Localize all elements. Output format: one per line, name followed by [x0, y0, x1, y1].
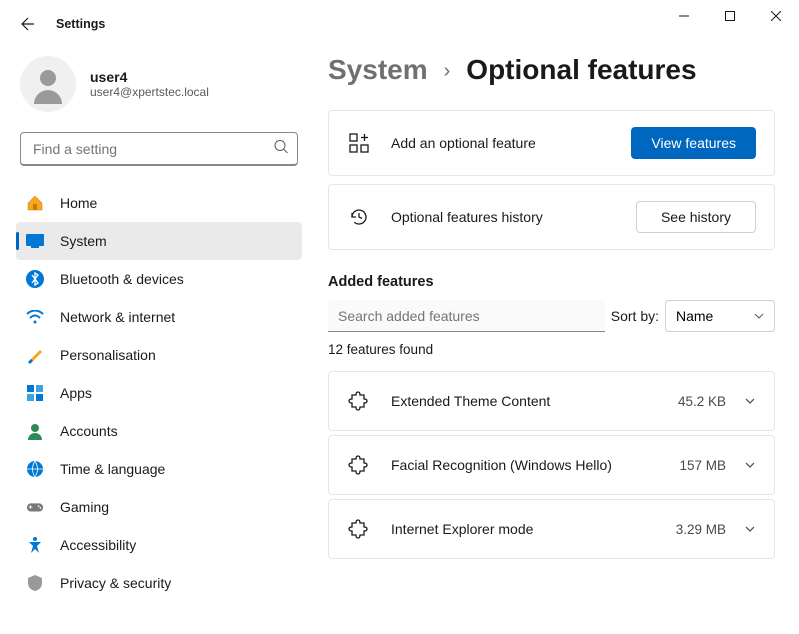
system-icon — [26, 232, 44, 250]
features-list: Extended Theme Content45.2 KBFacial Reco… — [328, 371, 775, 559]
search-input[interactable] — [20, 132, 298, 166]
sidebar-item-apps[interactable]: Apps — [16, 374, 302, 412]
feature-size: 157 MB — [679, 458, 726, 473]
sidebar-item-label: Bluetooth & devices — [60, 271, 184, 287]
history-text: Optional features history — [391, 209, 636, 225]
shield-icon — [26, 574, 44, 592]
sidebar-item-label: System — [60, 233, 107, 249]
nav: Home System Bluetooth & devices Network & i… — [16, 184, 302, 634]
window-controls — [661, 0, 799, 32]
feature-count: 12 features found — [328, 342, 775, 357]
feature-name: Extended Theme Content — [391, 393, 678, 409]
add-feature-card: Add an optional feature View features — [328, 110, 775, 176]
view-features-button[interactable]: View features — [631, 127, 756, 159]
globe-icon — [26, 460, 44, 478]
sidebar: user4 user4@xpertstec.local Home System Bl… — [0, 48, 310, 634]
close-button[interactable] — [753, 0, 799, 32]
added-features-heading: Added features — [328, 274, 775, 290]
feature-item[interactable]: Extended Theme Content45.2 KB — [328, 371, 775, 431]
add-squares-icon — [347, 131, 371, 155]
chevron-right-icon: › — [444, 60, 451, 83]
sidebar-item-label: Network & internet — [60, 309, 175, 325]
feature-name: Facial Recognition (Windows Hello) — [391, 457, 679, 473]
sidebar-item-label: Apps — [60, 385, 92, 401]
sidebar-search — [16, 132, 302, 166]
chevron-down-icon — [744, 523, 756, 535]
add-feature-text: Add an optional feature — [391, 135, 631, 151]
user-block[interactable]: user4 user4@xpertstec.local — [16, 48, 302, 132]
titlebar: Settings — [0, 0, 799, 48]
feature-size: 45.2 KB — [678, 394, 726, 409]
sidebar-item-label: Accounts — [60, 423, 118, 439]
sidebar-item-label: Gaming — [60, 499, 109, 515]
arrow-left-icon — [20, 16, 36, 32]
sidebar-item-accessibility[interactable]: Accessibility — [16, 526, 302, 564]
feature-item[interactable]: Internet Explorer mode3.29 MB — [328, 499, 775, 559]
apps-icon — [26, 384, 44, 402]
feature-name: Internet Explorer mode — [391, 521, 676, 537]
chevron-down-icon — [744, 459, 756, 471]
maximize-icon — [725, 11, 735, 21]
sidebar-item-label: Personalisation — [60, 347, 156, 363]
sidebar-item-network[interactable]: Network & internet — [16, 298, 302, 336]
person-icon — [26, 422, 44, 440]
sidebar-item-gaming[interactable]: Gaming — [16, 488, 302, 526]
page-title: Optional features — [466, 54, 696, 86]
chevron-down-icon — [754, 313, 764, 319]
feature-search-input[interactable] — [328, 300, 605, 332]
home-icon — [26, 194, 44, 212]
sidebar-item-system[interactable]: System — [16, 222, 302, 260]
sidebar-item-home[interactable]: Home — [16, 184, 302, 222]
sidebar-item-personalisation[interactable]: Personalisation — [16, 336, 302, 374]
sidebar-item-privacy[interactable]: Privacy & security — [16, 564, 302, 602]
sort-value: Name — [676, 308, 713, 324]
accessibility-icon — [26, 536, 44, 554]
bluetooth-icon — [26, 270, 44, 288]
breadcrumb-parent[interactable]: System — [328, 54, 428, 86]
maximize-button[interactable] — [707, 0, 753, 32]
back-button[interactable] — [12, 8, 44, 40]
brush-icon — [26, 346, 44, 364]
main: System › Optional features Add an option… — [310, 48, 799, 634]
minimize-button[interactable] — [661, 0, 707, 32]
sidebar-item-label: Home — [60, 195, 97, 211]
feature-size: 3.29 MB — [676, 522, 726, 537]
search-icon — [274, 140, 288, 159]
user-icon — [28, 64, 68, 104]
search-sort-row: Sort by: Name — [328, 300, 775, 332]
sidebar-item-accounts[interactable]: Accounts — [16, 412, 302, 450]
sidebar-item-label: Privacy & security — [60, 575, 171, 591]
user-name: user4 — [90, 69, 209, 85]
history-icon — [347, 205, 371, 229]
sort-label: Sort by: — [611, 308, 659, 324]
history-card: Optional features history See history — [328, 184, 775, 250]
window-title: Settings — [56, 17, 105, 31]
puzzle-icon — [347, 454, 369, 476]
chevron-down-icon — [744, 395, 756, 407]
user-email: user4@xpertstec.local — [90, 85, 209, 99]
close-icon — [771, 11, 781, 21]
see-history-button[interactable]: See history — [636, 201, 756, 233]
wifi-icon — [26, 308, 44, 326]
gamepad-icon — [26, 498, 44, 516]
puzzle-icon — [347, 390, 369, 412]
sidebar-item-label: Time & language — [60, 461, 165, 477]
minimize-icon — [679, 11, 689, 21]
feature-item[interactable]: Facial Recognition (Windows Hello)157 MB — [328, 435, 775, 495]
sidebar-item-time[interactable]: Time & language — [16, 450, 302, 488]
puzzle-icon — [347, 518, 369, 540]
breadcrumb: System › Optional features — [328, 54, 775, 86]
sort-select[interactable]: Name — [665, 300, 775, 332]
sidebar-item-label: Accessibility — [60, 537, 136, 553]
avatar — [20, 56, 76, 112]
sidebar-item-bluetooth[interactable]: Bluetooth & devices — [16, 260, 302, 298]
